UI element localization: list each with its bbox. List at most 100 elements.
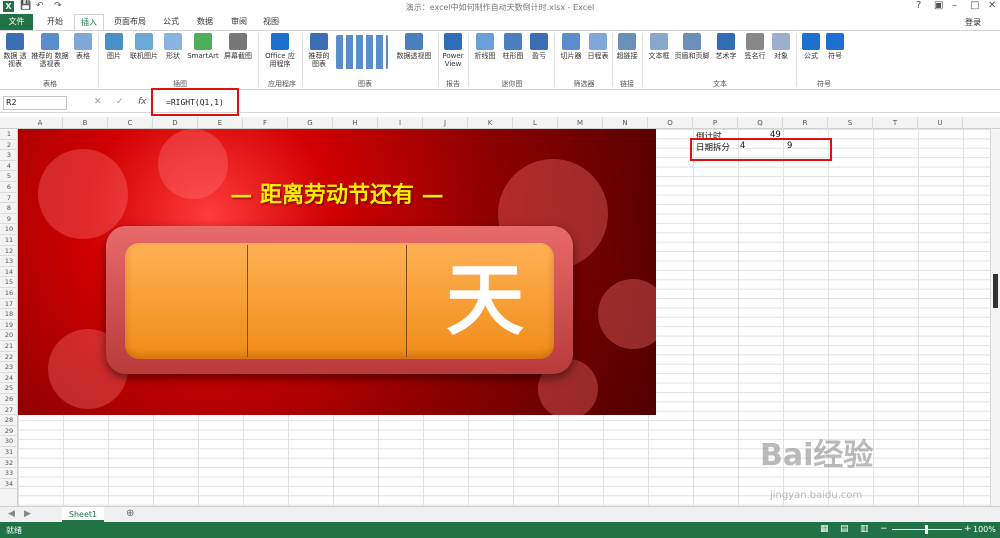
help-icon[interactable]: ?: [916, 0, 921, 11]
online-picture-button[interactable]: 联机图片: [128, 33, 160, 60]
countdown-banner-image[interactable]: — 距离劳动节还有 — 天: [18, 129, 656, 415]
row-header-18[interactable]: 18: [0, 309, 18, 320]
column-header-s[interactable]: S: [828, 117, 873, 129]
row-header-16[interactable]: 16: [0, 288, 18, 299]
row-header-26[interactable]: 26: [0, 394, 18, 405]
name-box[interactable]: R2: [3, 96, 67, 110]
login-link[interactable]: 登录: [965, 17, 981, 28]
zoom-out-icon[interactable]: −: [880, 524, 888, 534]
row-header-25[interactable]: 25: [0, 383, 18, 394]
close-icon[interactable]: ✕: [988, 0, 996, 11]
row-header-19[interactable]: 19: [0, 320, 18, 331]
tab-data[interactable]: 数据: [190, 14, 220, 30]
column-header-b[interactable]: B: [63, 117, 108, 129]
row-header-1[interactable]: 1: [0, 129, 18, 140]
column-header-q[interactable]: Q: [738, 117, 783, 129]
tab-formulas[interactable]: 公式: [156, 14, 186, 30]
row-header-31[interactable]: 31: [0, 447, 18, 458]
page-break-view-icon[interactable]: ▥: [860, 524, 869, 534]
tab-insert[interactable]: 插入: [74, 14, 104, 30]
column-header-i[interactable]: I: [378, 117, 423, 129]
power-view-button[interactable]: Power View: [440, 33, 466, 68]
tab-view[interactable]: 视图: [256, 14, 286, 30]
sparkline-line-button[interactable]: 折线图: [472, 33, 498, 60]
row-header-13[interactable]: 13: [0, 256, 18, 267]
row-header-7[interactable]: 7: [0, 193, 18, 204]
row-header-10[interactable]: 10: [0, 224, 18, 235]
tab-home[interactable]: 开始: [38, 14, 72, 30]
row-header-8[interactable]: 8: [0, 203, 18, 214]
row-header-9[interactable]: 9: [0, 214, 18, 225]
table-button[interactable]: 表格: [72, 33, 94, 60]
column-header-n[interactable]: N: [603, 117, 648, 129]
column-header-j[interactable]: J: [423, 117, 468, 129]
recommended-pivot-button[interactable]: 推荐的 数据透视表: [30, 33, 70, 68]
column-header-a[interactable]: A: [18, 117, 63, 129]
next-sheet-icon[interactable]: ▶: [24, 509, 31, 519]
enter-icon[interactable]: ✓: [116, 97, 124, 107]
prev-sheet-icon[interactable]: ◀: [8, 509, 15, 519]
row-header-14[interactable]: 14: [0, 267, 18, 278]
column-header-d[interactable]: D: [153, 117, 198, 129]
textbox-button[interactable]: 文本框: [646, 33, 672, 60]
row-header-34[interactable]: 34: [0, 479, 18, 490]
column-header-h[interactable]: H: [333, 117, 378, 129]
vertical-scrollbar[interactable]: [990, 129, 1000, 506]
tab-page-layout[interactable]: 页面布局: [108, 14, 152, 30]
row-header-5[interactable]: 5: [0, 171, 18, 182]
sparkline-column-button[interactable]: 柱形图: [500, 33, 526, 60]
zoom-level[interactable]: 100%: [973, 525, 996, 534]
pivot-chart-button[interactable]: 数据透视图: [392, 33, 436, 60]
row-header-22[interactable]: 22: [0, 352, 18, 363]
object-button[interactable]: 对象: [770, 33, 792, 60]
row-header-6[interactable]: 6: [0, 182, 18, 193]
row-header-28[interactable]: 28: [0, 415, 18, 426]
column-header-e[interactable]: E: [198, 117, 243, 129]
zoom-in-icon[interactable]: +: [964, 524, 972, 534]
column-header-l[interactable]: L: [513, 117, 558, 129]
timeline-button[interactable]: 日程表: [586, 33, 610, 60]
column-header-k[interactable]: K: [468, 117, 513, 129]
column-header-u[interactable]: U: [918, 117, 963, 129]
smartart-button[interactable]: SmartArt: [186, 33, 220, 60]
chart-types[interactable]: [334, 35, 390, 71]
minimize-icon[interactable]: –: [952, 0, 957, 11]
row-header-32[interactable]: 32: [0, 458, 18, 469]
column-header-m[interactable]: M: [558, 117, 603, 129]
page-layout-view-icon[interactable]: ▤: [840, 524, 849, 534]
row-header-27[interactable]: 27: [0, 405, 18, 416]
row-header-21[interactable]: 21: [0, 341, 18, 352]
row-header-24[interactable]: 24: [0, 373, 18, 384]
office-apps-button[interactable]: Office 应用程序: [262, 33, 298, 68]
normal-view-icon[interactable]: ▦: [820, 524, 829, 534]
wordart-button[interactable]: 艺术字: [712, 33, 740, 60]
cancel-icon[interactable]: ✕: [94, 97, 102, 107]
screenshot-button[interactable]: 屏幕截图: [222, 33, 254, 60]
row-header-11[interactable]: 11: [0, 235, 18, 246]
row-header-15[interactable]: 15: [0, 277, 18, 288]
tab-file[interactable]: 文件: [0, 14, 33, 30]
column-header-f[interactable]: F: [243, 117, 288, 129]
column-header-p[interactable]: P: [693, 117, 738, 129]
sparkline-winloss-button[interactable]: 盈亏: [528, 33, 550, 60]
row-header-2[interactable]: 2: [0, 140, 18, 151]
maximize-icon[interactable]: □: [970, 0, 979, 11]
ribbon-options-icon[interactable]: ▣: [934, 0, 943, 11]
header-footer-button[interactable]: 页眉和页脚: [674, 33, 710, 60]
hyperlink-button[interactable]: 超链接: [614, 33, 640, 60]
row-header-4[interactable]: 4: [0, 161, 18, 172]
row-header-20[interactable]: 20: [0, 330, 18, 341]
row-header-33[interactable]: 33: [0, 468, 18, 479]
column-header-o[interactable]: O: [648, 117, 693, 129]
row-header-29[interactable]: 29: [0, 426, 18, 437]
tab-review[interactable]: 审阅: [224, 14, 254, 30]
row-header-12[interactable]: 12: [0, 246, 18, 257]
signature-line-button[interactable]: 签名行: [742, 33, 768, 60]
shapes-button[interactable]: 形状: [162, 33, 184, 60]
zoom-slider-thumb[interactable]: [925, 525, 928, 534]
symbol-button[interactable]: 符号: [824, 33, 846, 60]
slicer-button[interactable]: 切片器: [558, 33, 584, 60]
picture-button[interactable]: 图片: [102, 33, 126, 60]
pivot-table-button[interactable]: 数据 透视表: [2, 33, 28, 68]
column-header-c[interactable]: C: [108, 117, 153, 129]
